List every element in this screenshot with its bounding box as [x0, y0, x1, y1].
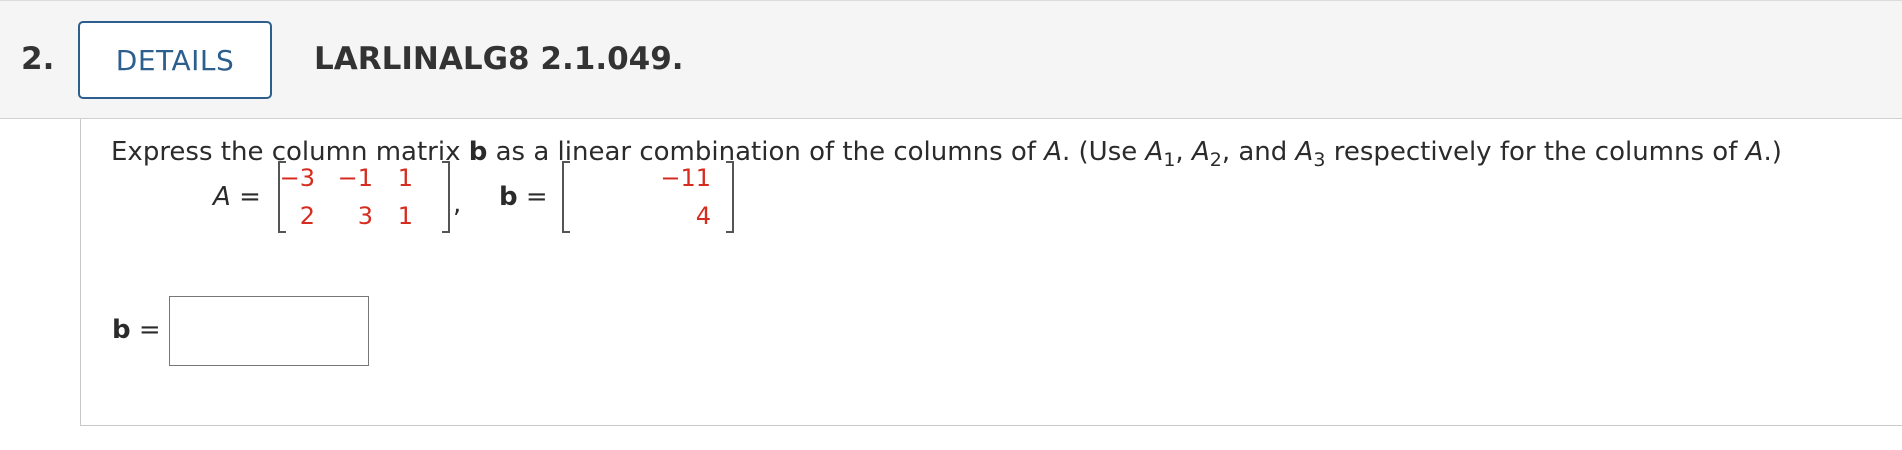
a2-subscript: 2: [1209, 149, 1222, 171]
question-prompt: Express the column matrix b as a linear …: [111, 137, 1782, 170]
a-symbol: A: [1745, 137, 1764, 167]
problem-id: LARLINALG8 2.1.049.: [314, 41, 684, 77]
vector-b-cell: −11: [660, 164, 711, 192]
matrix-a-cell: 1: [397, 164, 413, 192]
separator-comma: ,: [453, 189, 462, 219]
matrix-a-cell: −3: [279, 164, 315, 192]
prompt-text: as a linear combination of the columns o…: [487, 137, 1045, 167]
prompt-text: , and: [1221, 137, 1296, 167]
a3-subscript: 3: [1313, 149, 1326, 171]
question-body: Express the column matrix b as a linear …: [80, 119, 1902, 426]
matrix-a-label: A =: [213, 182, 261, 212]
a-symbol: A: [1044, 137, 1062, 167]
vector-b-right-bracket: [726, 161, 734, 233]
matrix-a-cell: −1: [337, 164, 373, 192]
prompt-text: . (Use: [1062, 137, 1146, 167]
vector-b-left-bracket: [562, 161, 570, 233]
a1-symbol: A: [1145, 137, 1164, 167]
a3-symbol: A: [1295, 137, 1314, 167]
prompt-text: respectively for the columns of: [1325, 137, 1746, 167]
prompt-text: .): [1763, 137, 1782, 167]
matrix-a-cell: 2: [299, 202, 315, 230]
question-number: 2.: [21, 41, 55, 77]
matrix-a-cell: 1: [397, 202, 413, 230]
b-symbol: b: [468, 137, 488, 167]
answer-input[interactable]: [169, 296, 369, 366]
vector-b-cell: 4: [695, 202, 711, 230]
matrix-a-right-bracket: [442, 161, 450, 233]
vector-b-label: b =: [499, 182, 548, 212]
prompt-text: ,: [1175, 137, 1192, 167]
answer-label: b =: [112, 315, 161, 345]
a2-symbol: A: [1191, 137, 1210, 167]
question-header: 2. DETAILS LARLINALG8 2.1.049.: [0, 0, 1902, 119]
details-button[interactable]: DETAILS: [78, 21, 272, 99]
prompt-text: Express the column matrix: [111, 137, 469, 167]
matrix-a-cell: 3: [357, 202, 373, 230]
a1-subscript: 1: [1163, 149, 1176, 171]
